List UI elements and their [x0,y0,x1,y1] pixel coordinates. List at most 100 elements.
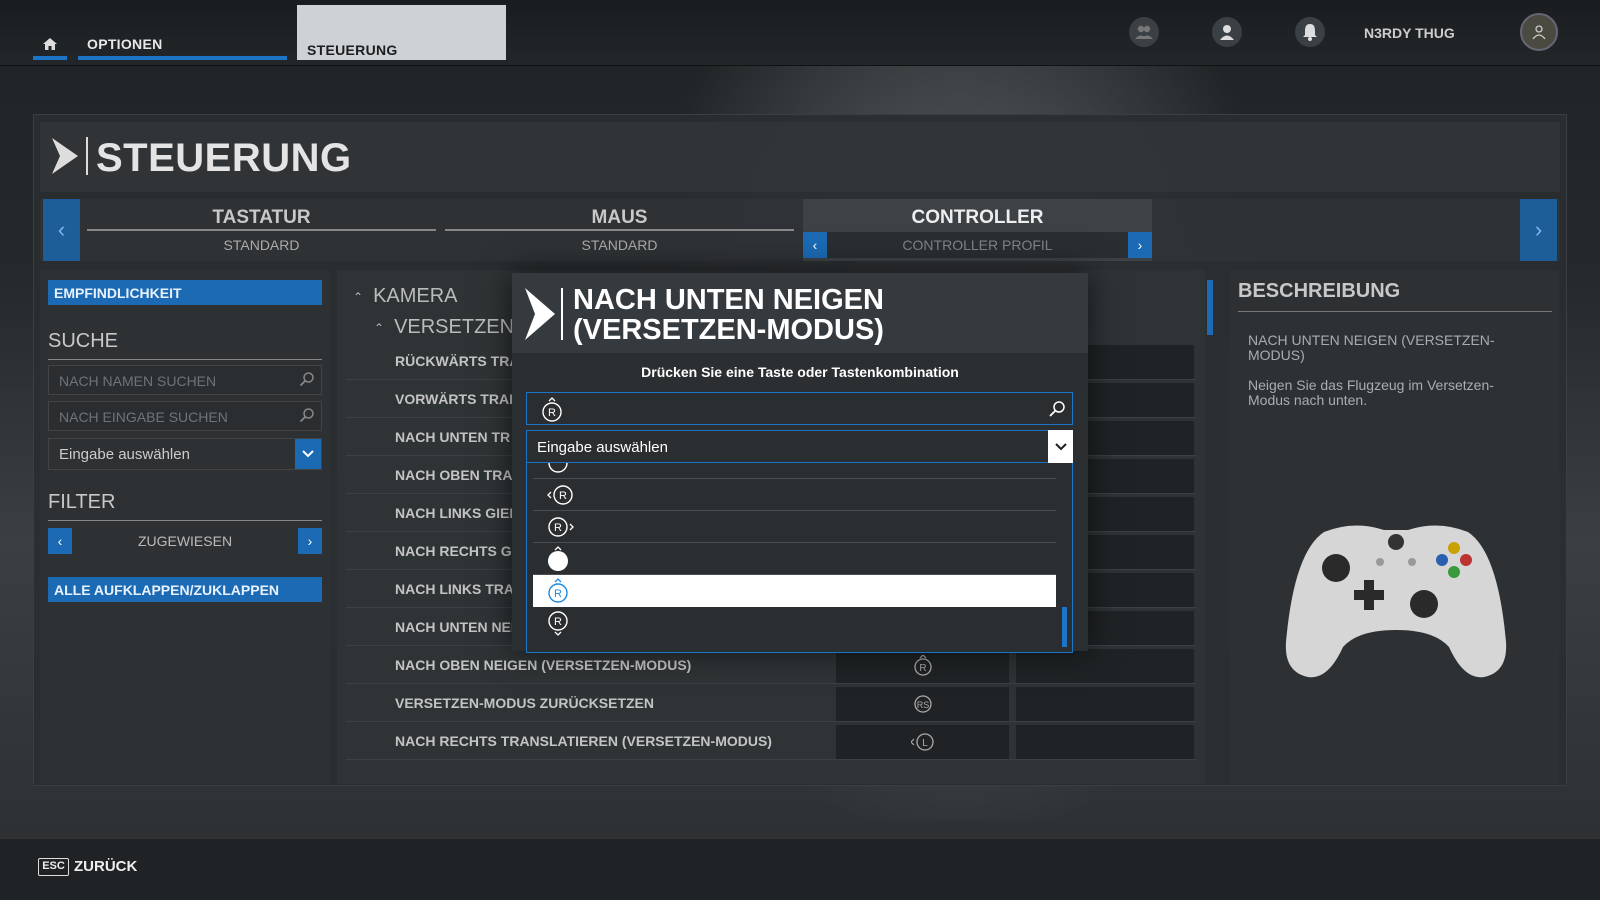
list-item[interactable]: R [533,479,1056,511]
row-label: NACH LINKS TRA [395,581,514,597]
tab-maus-profile: STANDARD [581,237,658,253]
list-item[interactable] [533,543,1056,575]
subcategory-label: VERSETZEN- [394,316,521,338]
row-label: VORWÄRTS TRAI [395,391,513,407]
friends-icon[interactable] [1129,17,1159,47]
profile-prev-button[interactable]: ‹ [803,232,827,258]
list-item[interactable]: R [533,511,1056,543]
filter-heading: FILTER [48,491,322,521]
home-icon [43,38,57,50]
back-button[interactable]: ZURÜCK [74,858,137,875]
dialog-select-value: Eingabe auswählen [537,439,668,456]
chevron-up-icon: ⌃ [353,289,364,304]
svg-text:R: R [554,616,562,628]
sensitivity-button[interactable]: EMPFINDLICHKEIT [48,280,322,305]
left-stick-left-icon: L [910,733,934,751]
tab-maus-label: MAUS [445,199,794,231]
dialog-title-separator [561,288,563,340]
avatar[interactable] [1520,13,1558,51]
row-label: VERSETZEN-MODUS ZURÜCKSETZEN [395,695,655,711]
binding-slot-2[interactable] [1016,687,1194,721]
right-stick-up-filled-icon [548,545,568,571]
chevron-right-icon [525,288,555,340]
description-title: NACH UNTEN NEIGEN (VERSETZEN-MODUS) [1248,332,1495,363]
filter-prev-button[interactable]: ‹ [48,528,72,554]
binding-slot-1[interactable]: RS [836,687,1009,721]
svg-text:L: L [922,738,928,749]
list-item[interactable] [533,463,1056,479]
search-input-placeholder: NACH EINGABE SUCHEN [59,409,228,425]
right-stick-up-icon: R [542,397,562,422]
search-input-input[interactable]: NACH EINGABE SUCHEN [48,401,322,431]
filter-selector[interactable]: ‹ ZUGEWIESEN › [48,528,322,554]
chevron-down-icon [1048,430,1073,463]
table-row[interactable]: VERSETZEN-MODUS ZURÜCKSETZEN RS [346,685,1196,722]
description-heading: BESCHREIBUNG [1238,280,1552,312]
tab-tastatur-profile: STANDARD [223,237,300,253]
esc-key-icon: ESC [38,858,69,876]
description-text: Neigen Sie das Flugzeug im Versetzen-Mod… [1248,377,1494,408]
chevron-right-icon: › [1534,217,1543,242]
tab-tastatur-label: TASTATUR [87,199,436,231]
row-label: NACH RECHTS G [395,543,512,559]
svg-text:R: R [919,663,926,674]
page-title: STEUERUNG [96,136,352,180]
dialog-title: NACH UNTEN NEIGEN (VERSETZEN-MODUS) [573,284,884,346]
profile-next-button[interactable]: › [1128,232,1152,258]
expand-collapse-all-button[interactable]: ALLE AUFKLAPPEN/ZUKLAPPEN [48,577,322,602]
binding-slot-2[interactable] [1016,649,1194,683]
svg-text:R: R [559,490,567,502]
binding-slot-2[interactable] [1016,725,1194,759]
controller-profile-label: CONTROLLER PROFIL [902,237,1053,253]
chevron-left-icon: ‹ [57,217,66,242]
right-stick-down-icon: R [548,611,568,636]
right-stick-up-icon: R [548,578,568,603]
category-label: KAMERA [373,285,458,307]
home-button[interactable] [33,28,67,60]
dialog-scrollbar[interactable] [1062,607,1067,647]
search-icon [299,408,314,423]
list-item[interactable]: R [533,607,1056,639]
device-prev-button[interactable]: ‹ [43,199,80,261]
row-label: NACH LINKS GIEI [395,505,514,521]
table-row[interactable]: NACH RECHTS TRANSLATIEREN (VERSETZEN-MOD… [346,723,1196,760]
right-stick-click-icon: RS [913,695,932,713]
right-stick-left-icon: R [547,484,573,505]
chevron-up-icon: ⌃ [374,320,385,335]
row-label: NACH OBEN TRA [395,467,513,483]
bottom-bar [0,838,1600,900]
subcategory-versetzen[interactable]: ⌃ VERSETZEN- [374,316,521,339]
search-heading: SUCHE [48,330,322,360]
search-name-input[interactable]: NACH NAMEN SUCHEN [48,365,322,395]
row-label: NACH OBEN NEIGEN (VERSETZEN-MODUS) [395,657,692,673]
tab-tastatur[interactable]: TASTATUR STANDARD [87,199,436,261]
dialog-input-select[interactable]: Eingabe auswählen [526,430,1073,463]
tab-controller-label: CONTROLLER [911,207,1044,228]
list-scrollbar[interactable] [1207,280,1213,335]
tab-maus[interactable]: MAUS STANDARD [445,199,794,261]
notification-icon[interactable] [1295,17,1325,47]
dialog-prompt: Drücken Sie eine Taste oder Tastenkombin… [641,364,959,380]
tab-steuerung[interactable]: STEUERUNG [297,5,506,60]
row-label: NACH UNTEN NEIG [395,619,526,635]
profile-icon[interactable] [1212,17,1242,47]
username[interactable]: N3RDY THUG [1364,25,1455,41]
binding-slot-1[interactable]: L [836,725,1009,759]
list-item-selected[interactable]: R [533,575,1056,607]
category-kamera[interactable]: ⌃ KAMERA [353,285,458,308]
input-select[interactable]: Eingabe auswählen [48,438,322,470]
controller-icon [1285,525,1507,678]
filter-next-button[interactable]: › [298,528,322,554]
device-next-button[interactable]: › [1520,199,1557,261]
svg-text:R: R [554,522,562,534]
search-icon [299,372,314,387]
dialog-option-list[interactable]: R R R R [526,463,1073,653]
tab-optionen[interactable]: OPTIONEN [78,36,287,60]
controller-profile-selector[interactable]: ‹ CONTROLLER PROFIL › [803,232,1152,258]
right-stick-up-icon: R [913,655,932,676]
dialog-input-field[interactable]: R [526,392,1073,425]
filter-value: ZUGEWIESEN [137,533,233,549]
right-stick-right-icon: R [548,516,574,537]
row-label: RÜCKWÄRTS TRA [395,353,520,369]
binding-slot-1[interactable]: R [836,649,1009,683]
